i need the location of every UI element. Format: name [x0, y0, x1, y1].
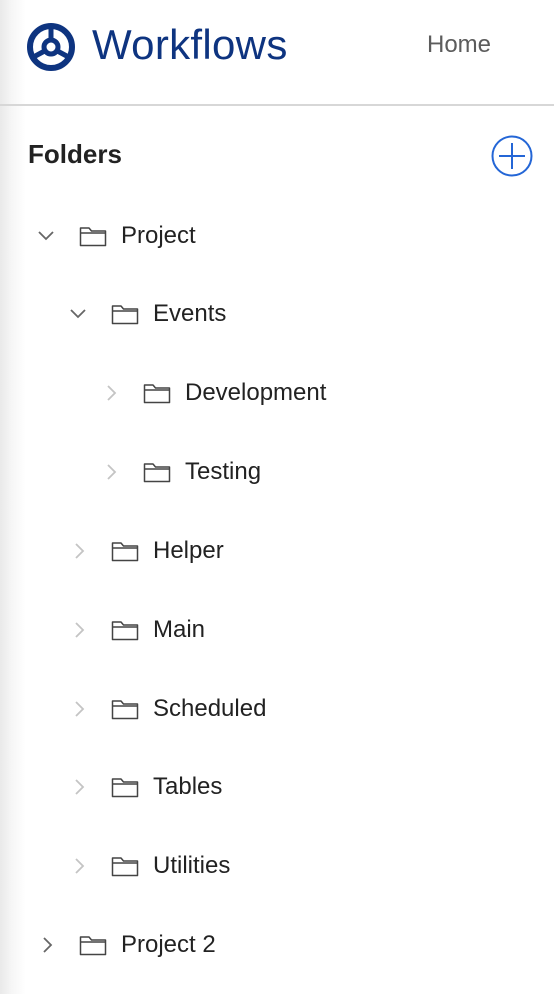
folders-heading: Folders [28, 139, 122, 169]
app-title: Workflows [92, 21, 288, 68]
tree-item-utilities[interactable]: Utilities [68, 844, 505, 888]
plus-circle-icon [491, 135, 533, 177]
tree-item-development[interactable]: Development [100, 371, 505, 415]
tree-item-testing[interactable]: Testing [100, 450, 505, 494]
folder-icon [110, 844, 140, 888]
tree-item-main[interactable]: Main [68, 608, 505, 652]
tree-item-project[interactable]: Project [35, 214, 505, 258]
folder-icon [110, 529, 140, 573]
folder-icon [142, 450, 172, 494]
tree-item-label: Events [153, 300, 227, 327]
folder-icon [78, 214, 108, 258]
chevron-right-icon[interactable] [68, 765, 90, 809]
chevron-right-icon[interactable] [68, 844, 90, 888]
workflows-page: Workflows Home Folders Project Events De… [0, 0, 554, 994]
tree-item-helper[interactable]: Helper [68, 529, 505, 573]
top-header: Workflows Home [0, 0, 554, 106]
chevron-right-icon[interactable] [68, 608, 90, 652]
add-folder-button[interactable] [490, 134, 534, 178]
chevron-down-icon[interactable] [35, 214, 57, 258]
tree-item-label: Helper [153, 537, 224, 564]
tree-item-label: Testing [185, 458, 262, 485]
left-edge-shadow [0, 0, 26, 994]
chevron-right-icon[interactable] [36, 923, 58, 967]
folder-icon [142, 371, 172, 415]
tree-item-events[interactable]: Events [67, 292, 505, 336]
folder-icon [110, 608, 140, 652]
tree-item-project-2[interactable]: Project 2 [36, 923, 505, 967]
tree-item-label: Tables [153, 773, 223, 800]
folder-icon [110, 687, 140, 731]
home-link[interactable]: Home [427, 29, 491, 61]
chevron-down-icon[interactable] [67, 292, 89, 336]
chevron-right-icon[interactable] [68, 529, 90, 573]
tree-item-scheduled[interactable]: Scheduled [68, 687, 505, 731]
folder-icon [78, 923, 108, 967]
chevron-right-icon[interactable] [100, 371, 122, 415]
chevron-right-icon[interactable] [100, 450, 122, 494]
folder-icon [110, 292, 140, 336]
tree-item-label: Development [185, 379, 327, 406]
chevron-right-icon[interactable] [68, 687, 90, 731]
tree-item-label: Utilities [153, 852, 231, 879]
tree-item-label: Project 2 [121, 931, 216, 958]
tree-item-label: Project [121, 222, 196, 249]
tree-item-label: Scheduled [153, 695, 267, 722]
tree-item-tables[interactable]: Tables [68, 765, 505, 809]
folder-icon [110, 765, 140, 809]
steering-wheel-icon [27, 23, 75, 71]
tree-item-label: Main [153, 616, 206, 643]
